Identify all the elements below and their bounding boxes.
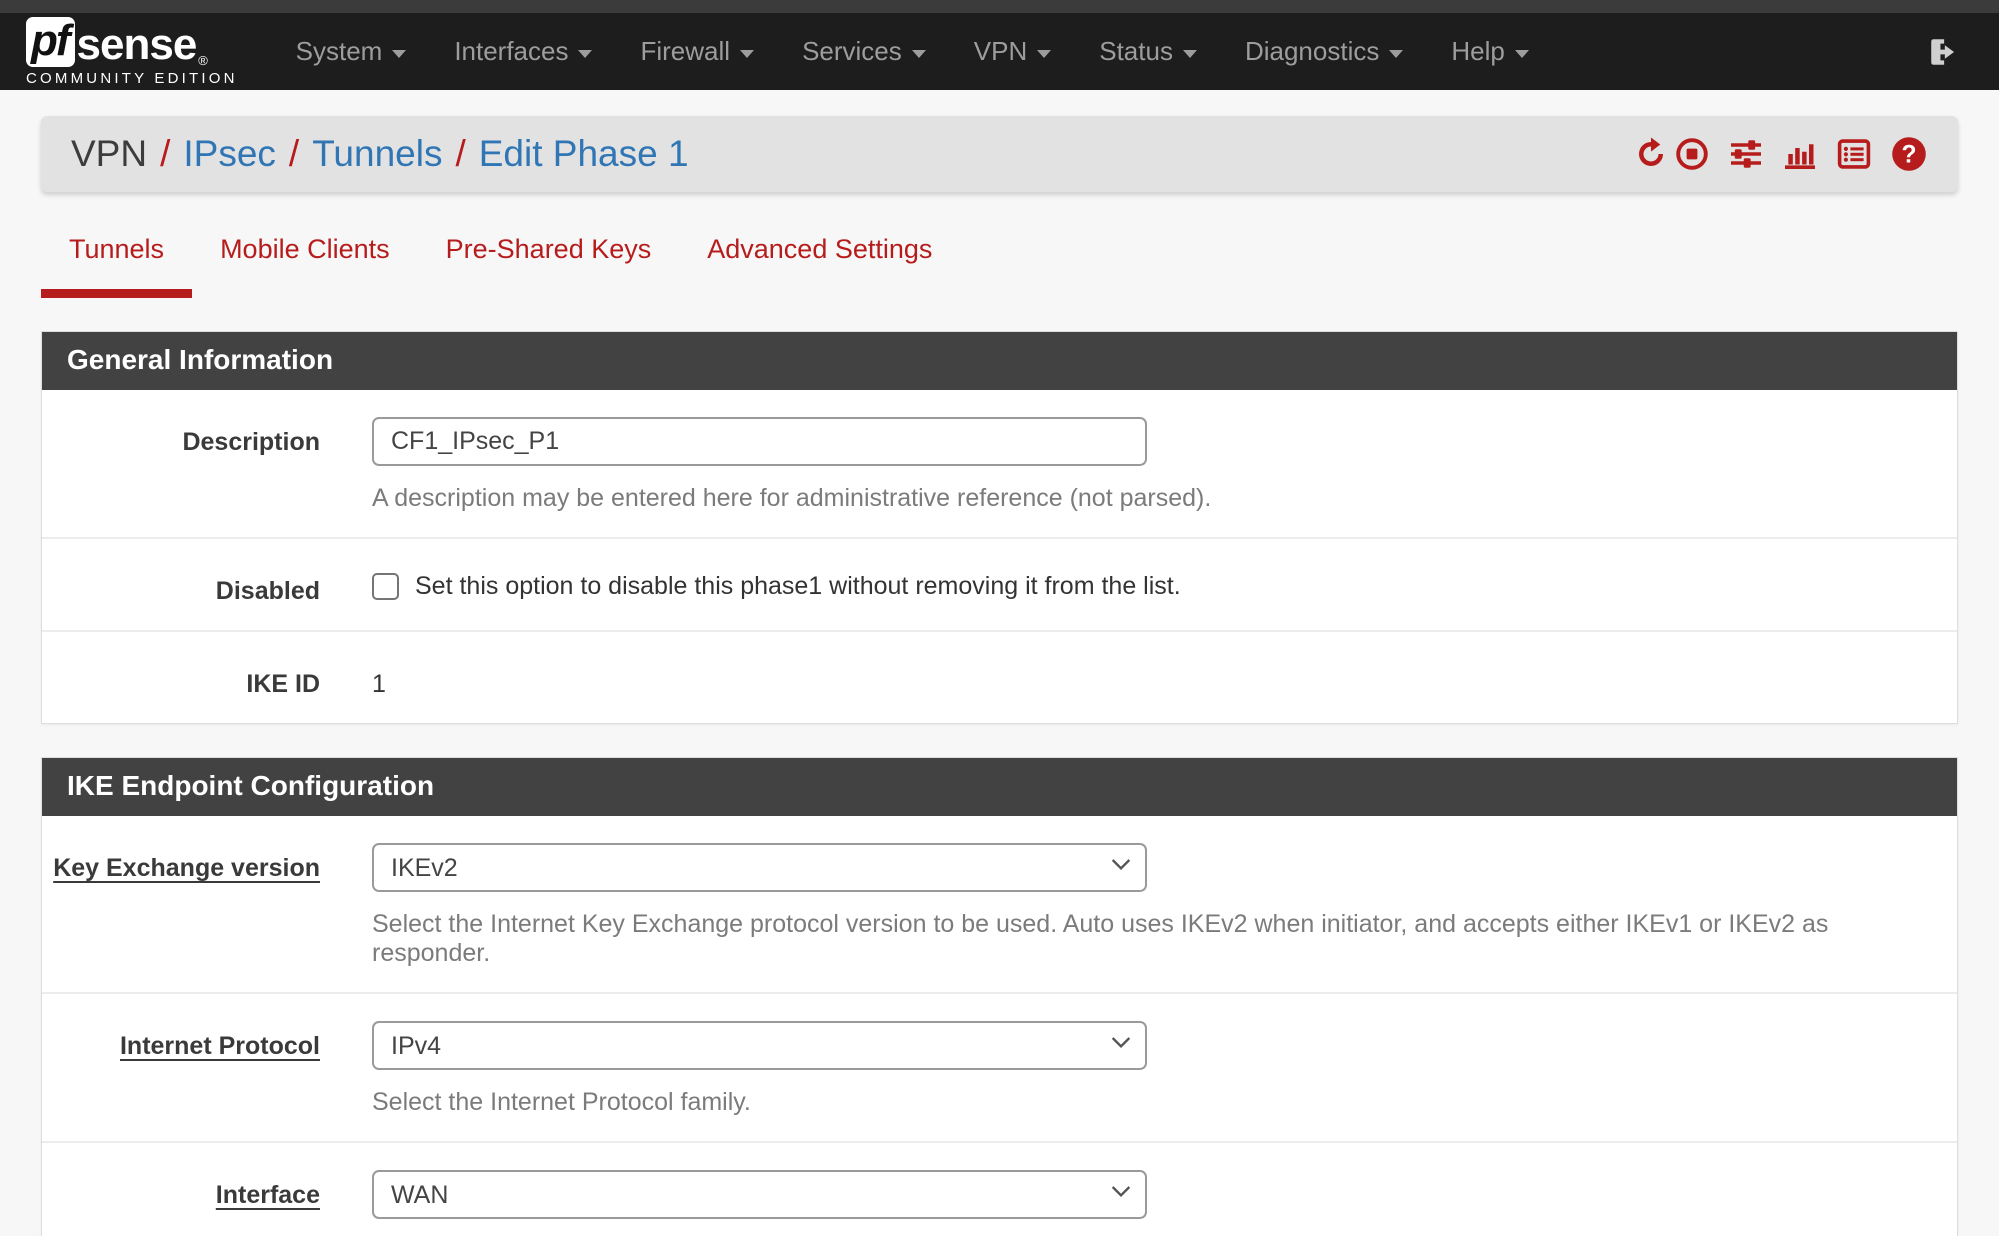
form-row-interface: Interface WAN Select the interface for t… [42, 1141, 1957, 1236]
description-input[interactable] [372, 417, 1147, 466]
field-label: Description [42, 417, 320, 513]
nav-item-status[interactable]: Status [1075, 36, 1221, 67]
nav-item-system[interactable]: System [272, 36, 431, 67]
form-row-ike-id: IKE ID 1 [42, 630, 1957, 723]
tab-tunnels[interactable]: Tunnels [41, 226, 192, 298]
navbar-menu: System Interfaces Firewall Services VPN … [272, 36, 1553, 67]
panel-ike-endpoint-configuration: IKE Endpoint Configuration Key Exchange … [41, 757, 1958, 1236]
refresh-icon[interactable] [1633, 136, 1669, 172]
help-text: A description may be entered here for ad… [372, 484, 1211, 513]
pfsense-logo[interactable]: pf sense ® COMMUNITY EDITION [26, 17, 238, 87]
field-help: Select the Internet Protocol family. [372, 1088, 1927, 1117]
nav-item-label: Firewall [640, 36, 730, 67]
panel-general-information: General Information Description A descri… [41, 331, 1958, 724]
breadcrumb-root: VPN [71, 133, 147, 175]
panel-title: General Information [42, 332, 1957, 390]
list-icon[interactable] [1836, 136, 1872, 172]
help-circle-icon[interactable]: ? [1890, 135, 1928, 173]
nav-item-label: Interfaces [454, 36, 568, 67]
nav-item-label: Status [1099, 36, 1173, 67]
field-label: IKE ID [42, 659, 320, 699]
disabled-checkbox[interactable] [372, 573, 399, 600]
breadcrumb-link-ipsec[interactable]: IPsec [183, 133, 276, 175]
nav-item-interfaces[interactable]: Interfaces [430, 36, 616, 67]
field-help: Select the Internet Key Exchange protoco… [372, 910, 1927, 968]
help-text: Select the Internet Key Exchange protoco… [372, 910, 1927, 968]
community-edition-label: COMMUNITY EDITION [26, 70, 238, 87]
nav-item-help[interactable]: Help [1427, 36, 1552, 67]
tab-pre-shared-keys[interactable]: Pre-Shared Keys [418, 226, 680, 298]
stop-circle-icon[interactable] [1674, 136, 1710, 172]
field-help: A description may be entered here for ad… [372, 484, 1927, 513]
sliders-icon[interactable] [1728, 136, 1764, 172]
nav-item-label: VPN [974, 36, 1027, 67]
form-row-description: Description A description may be entered… [42, 390, 1957, 537]
main-navbar: pf sense ® COMMUNITY EDITION System Inte… [0, 13, 1999, 90]
nav-item-label: Diagnostics [1245, 36, 1379, 67]
breadcrumb-bar: VPN / IPsec / Tunnels / Edit Phase 1 [41, 116, 1958, 192]
page-toolbar: ? [1615, 135, 1928, 173]
breadcrumb-link-edit-phase-1[interactable]: Edit Phase 1 [479, 133, 689, 175]
nav-item-vpn[interactable]: VPN [950, 36, 1075, 67]
form-row-internet-protocol: Internet Protocol IPv4 Select the Intern… [42, 992, 1957, 1141]
checkbox-label: Set this option to disable this phase1 w… [415, 572, 1181, 601]
field-label: Key Exchange version [42, 843, 320, 968]
breadcrumb-link-tunnels[interactable]: Tunnels [312, 133, 442, 175]
form-row-disabled: Disabled Set this option to disable this… [42, 537, 1957, 630]
chevron-down-icon [578, 50, 592, 58]
breadcrumb-separator: / [160, 133, 170, 175]
breadcrumb: VPN / IPsec / Tunnels / Edit Phase 1 [71, 133, 689, 175]
nav-item-diagnostics[interactable]: Diagnostics [1221, 36, 1427, 67]
chevron-down-icon [1389, 50, 1403, 58]
tab-bar: Tunnels Mobile Clients Pre-Shared Keys A… [41, 226, 1958, 298]
chevron-down-icon [740, 50, 754, 58]
nav-item-label: Help [1451, 36, 1504, 67]
logo-sense-text: sense [77, 23, 197, 67]
internet-protocol-select[interactable]: IPv4 [372, 1021, 1147, 1070]
key-exchange-version-select[interactable]: IKEv2 [372, 843, 1147, 892]
svg-text:?: ? [1902, 141, 1917, 168]
chevron-down-icon [1515, 50, 1529, 58]
panel-title: IKE Endpoint Configuration [42, 758, 1957, 816]
field-label: Disabled [42, 566, 320, 606]
nav-item-firewall[interactable]: Firewall [616, 36, 778, 67]
field-label: Interface [42, 1170, 320, 1236]
sign-out-icon[interactable] [1925, 35, 1959, 69]
interface-select[interactable]: WAN [372, 1170, 1147, 1219]
window-top-strip [0, 0, 1999, 13]
form-row-key-exchange-version: Key Exchange version IKEv2 Select the In… [42, 816, 1957, 992]
bar-chart-icon[interactable] [1782, 136, 1818, 172]
nav-item-services[interactable]: Services [778, 36, 950, 67]
help-text: Select the Internet Protocol family. [372, 1088, 751, 1117]
breadcrumb-separator: / [455, 133, 465, 175]
nav-item-label: Services [802, 36, 902, 67]
chevron-down-icon [1183, 50, 1197, 58]
breadcrumb-separator: / [289, 133, 299, 175]
tab-mobile-clients[interactable]: Mobile Clients [192, 226, 418, 298]
nav-item-label: System [296, 36, 383, 67]
tab-advanced-settings[interactable]: Advanced Settings [679, 226, 960, 298]
chevron-down-icon [1037, 50, 1051, 58]
chevron-down-icon [392, 50, 406, 58]
logo-pf-box: pf [26, 17, 75, 67]
registered-mark: ® [198, 54, 208, 67]
field-label: Internet Protocol [42, 1021, 320, 1117]
chevron-down-icon [912, 50, 926, 58]
ike-id-value: 1 [372, 659, 1927, 699]
